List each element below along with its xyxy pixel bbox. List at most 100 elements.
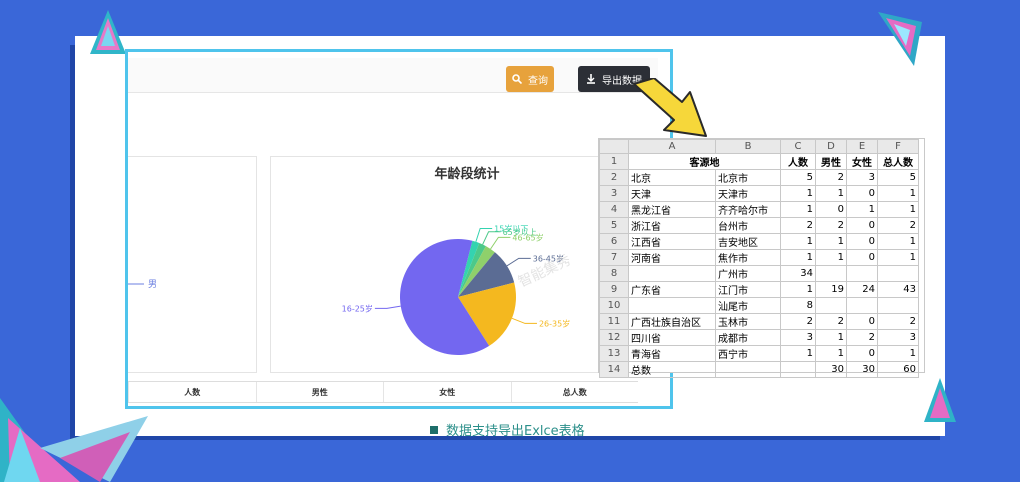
excel-cell[interactable]: 1	[815, 345, 847, 362]
excel-cell[interactable]: 北京	[628, 169, 716, 186]
excel-cell[interactable]: 0	[846, 233, 878, 250]
excel-row: 14 总数 30 30 60	[599, 361, 919, 378]
col-male: 男性	[255, 382, 384, 402]
excel-cell[interactable]: 1	[815, 233, 847, 250]
excel-cell[interactable]	[815, 297, 847, 314]
excel-cell[interactable]: 天津市	[715, 185, 781, 202]
excel-cell[interactable]: 青海省	[628, 345, 716, 362]
excel-cell[interactable]: 1	[877, 185, 919, 202]
row-number: 12	[599, 329, 629, 346]
excel-cell[interactable]: 30	[815, 361, 847, 378]
excel-cell[interactable]: 0	[815, 201, 847, 218]
excel-cell[interactable]: 3	[780, 329, 816, 346]
excel-cell[interactable]: 天津	[628, 185, 716, 202]
excel-row: 4 黑龙江省 齐齐哈尔市 1 0 1 1	[599, 201, 919, 218]
excel-cell[interactable]: 60	[877, 361, 919, 378]
excel-cell[interactable]: 江门市	[715, 281, 781, 298]
excel-cell[interactable]: 8	[780, 297, 816, 314]
excel-cell[interactable]: 2	[877, 217, 919, 234]
excel-cell[interactable]: 2	[877, 313, 919, 330]
excel-cell[interactable]	[780, 361, 816, 378]
excel-cell[interactable]: 1	[877, 345, 919, 362]
excel-cell[interactable]: 2	[815, 217, 847, 234]
excel-cell[interactable]	[815, 265, 847, 282]
excel-cell[interactable]: 1	[877, 201, 919, 218]
excel-cell[interactable]: 24	[846, 281, 878, 298]
excel-cell[interactable]: 四川省	[628, 329, 716, 346]
excel-cell[interactable]: 玉林市	[715, 313, 781, 330]
excel-cell[interactable]: 广西壮族自治区	[628, 313, 716, 330]
excel-cell[interactable]: 黑龙江省	[628, 201, 716, 218]
excel-cell[interactable]: 男性	[815, 153, 847, 170]
excel-cell[interactable]: 3	[846, 169, 878, 186]
excel-cell[interactable]: 北京市	[715, 169, 781, 186]
excel-cell[interactable]: 1	[846, 201, 878, 218]
excel-cell[interactable]: 0	[846, 185, 878, 202]
excel-cell[interactable]: 河南省	[628, 249, 716, 266]
excel-cell[interactable]: 3	[877, 329, 919, 346]
excel-cell[interactable]	[628, 297, 716, 314]
excel-cell[interactable]: 总数	[628, 361, 716, 378]
excel-cell[interactable]: 30	[846, 361, 878, 378]
excel-cell[interactable]: 台州市	[715, 217, 781, 234]
excel-cell[interactable]	[715, 361, 781, 378]
excel-cell[interactable]: 1	[815, 249, 847, 266]
excel-cell[interactable]	[877, 297, 919, 314]
excel-cell[interactable]: 成都市	[715, 329, 781, 346]
excel-cell[interactable]: 广州市	[715, 265, 781, 282]
excel-cell[interactable]: 5	[780, 169, 816, 186]
pie-label: 26-35岁	[539, 318, 570, 328]
excel-cell[interactable]: 1	[877, 249, 919, 266]
excel-cell[interactable]: 吉安地区	[715, 233, 781, 250]
excel-cell[interactable]: 0	[846, 217, 878, 234]
excel-cell[interactable]: 女性	[846, 153, 878, 170]
excel-cell[interactable]: 2	[815, 313, 847, 330]
excel-cell[interactable]: 总人数	[877, 153, 919, 170]
excel-cell[interactable]: 客源地	[628, 153, 781, 170]
excel-cell[interactable]: 西宁市	[715, 345, 781, 362]
excel-cell[interactable]: 1	[780, 185, 816, 202]
excel-cell[interactable]: 1	[780, 249, 816, 266]
excel-cell[interactable]: 2	[780, 313, 816, 330]
excel-cell[interactable]: 1	[780, 281, 816, 298]
excel-cell[interactable]: 1	[780, 233, 816, 250]
pie-label-line	[511, 317, 537, 324]
col-header: C	[780, 139, 816, 154]
excel-cell[interactable]: 0	[846, 345, 878, 362]
excel-cell[interactable]: 5	[877, 169, 919, 186]
excel-row: 3 天津 天津市 1 1 0 1	[599, 185, 919, 202]
pie-label-line	[374, 305, 401, 309]
excel-cell[interactable]: 浙江省	[628, 217, 716, 234]
excel-cell[interactable]: 0	[846, 249, 878, 266]
excel-cell[interactable]: 43	[877, 281, 919, 298]
row-number: 6	[599, 233, 629, 250]
excel-cell[interactable]: 2	[815, 169, 847, 186]
excel-cell[interactable]: 焦作市	[715, 249, 781, 266]
excel-cell[interactable]: 1	[815, 329, 847, 346]
excel-cell[interactable]	[846, 297, 878, 314]
excel-cell[interactable]: 34	[780, 265, 816, 282]
excel-cell[interactable]: 齐齐哈尔市	[715, 201, 781, 218]
excel-cell[interactable]	[877, 265, 919, 282]
excel-row: 6 江西省 吉安地区 1 1 0 1	[599, 233, 919, 250]
col-total: 总人数	[510, 382, 639, 402]
excel-cell[interactable]: 1	[780, 345, 816, 362]
excel-cell[interactable]: 2	[780, 217, 816, 234]
row-number: 7	[599, 249, 629, 266]
excel-cell[interactable]	[628, 265, 716, 282]
excel-table: A B C D E F 1 客源地 人数 男性 女性 总人数 2 北京 北京市 5 2 3 5 3 天津 天津…	[599, 139, 919, 378]
query-button[interactable]: 查询	[506, 66, 554, 92]
excel-cell[interactable]: 2	[846, 329, 878, 346]
excel-cell[interactable]: 人数	[780, 153, 816, 170]
excel-cell[interactable]: 19	[815, 281, 847, 298]
excel-cell[interactable]: 江西省	[628, 233, 716, 250]
arrow-icon	[633, 78, 707, 137]
excel-cell[interactable]: 0	[846, 313, 878, 330]
excel-cell[interactable]: 广东省	[628, 281, 716, 298]
excel-row: 9 广东省 江门市 1 19 24 43	[599, 281, 919, 298]
excel-cell[interactable]: 1	[780, 201, 816, 218]
excel-cell[interactable]: 1	[877, 233, 919, 250]
excel-cell[interactable]: 1	[815, 185, 847, 202]
excel-cell[interactable]: 汕尾市	[715, 297, 781, 314]
excel-cell[interactable]	[846, 265, 878, 282]
